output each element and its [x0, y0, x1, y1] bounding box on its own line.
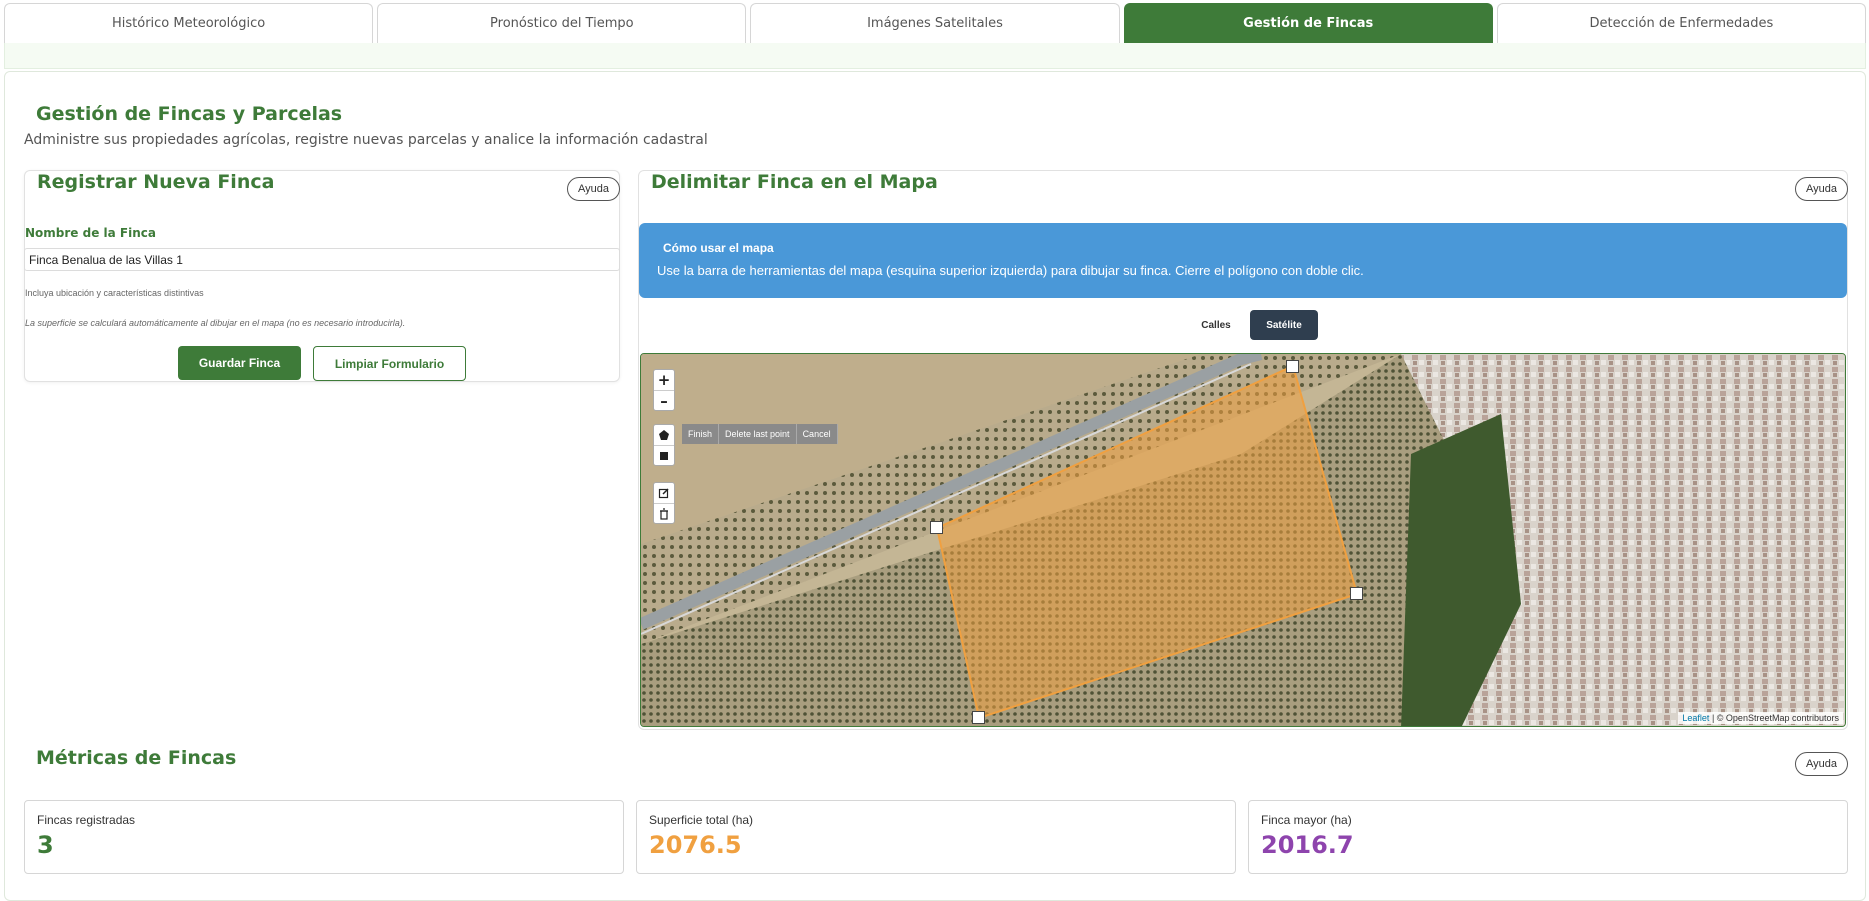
metric-card-surface: Superficie total (ha) 2076.5 — [636, 800, 1236, 874]
draw-rectangle-icon[interactable] — [654, 445, 674, 465]
satellite-imagery — [641, 354, 1845, 726]
save-farm-button[interactable]: Guardar Finca — [178, 346, 301, 380]
metric-label: Finca mayor (ha) — [1261, 813, 1352, 827]
leaflet-link[interactable]: Leaflet — [1682, 713, 1709, 723]
polygon-vertex-handle[interactable] — [1350, 587, 1363, 600]
map-attribution: Leaflet | © OpenStreetMap contributors — [1678, 712, 1843, 724]
surface-note: La superficie se calculará automáticamen… — [25, 318, 406, 328]
tab-gestion-fincas[interactable]: Gestión de Fincas — [1123, 3, 1493, 43]
osm-attribution: © OpenStreetMap contributors — [1716, 713, 1839, 723]
draw-finish-button[interactable]: Finish — [682, 424, 720, 444]
clear-form-button[interactable]: Limpiar Formulario — [313, 346, 466, 381]
info-title: Cómo usar el mapa — [663, 241, 774, 255]
tab-strip — [4, 43, 1866, 69]
draw-polygon-icon[interactable] — [654, 425, 674, 445]
draw-delete-last-button[interactable]: Delete last point — [719, 424, 797, 444]
draw-cancel-button[interactable]: Cancel — [797, 424, 838, 444]
metric-card-farms: Fincas registradas 3 — [24, 800, 624, 874]
register-title: Registrar Nueva Finca — [37, 171, 275, 193]
tab-imagenes[interactable]: Imágenes Satelitales — [750, 3, 1120, 43]
metrics-title: Métricas de Fincas — [36, 747, 237, 769]
edit-toolbar — [653, 482, 675, 524]
page-title: Gestión de Fincas y Parcelas — [36, 103, 343, 125]
metric-card-largest: Finca mayor (ha) 2016.7 — [1248, 800, 1848, 874]
farm-name-input[interactable] — [24, 248, 620, 271]
metric-value: 2076.5 — [649, 831, 742, 859]
farm-name-label: Nombre de la Finca — [25, 226, 156, 240]
map-section-title: Delimitar Finca en el Mapa — [651, 171, 938, 193]
zoom-control: + – — [653, 369, 675, 411]
tab-deteccion[interactable]: Detección de Enfermedades — [1496, 3, 1867, 43]
metric-label: Superficie total (ha) — [649, 813, 754, 827]
farm-name-hint: Incluya ubicación y características dist… — [25, 288, 204, 298]
tab-historico[interactable]: Histórico Meteorológico — [4, 3, 374, 43]
layer-streets-button[interactable]: Calles — [1182, 310, 1250, 340]
polygon-vertex-handle[interactable] — [930, 521, 943, 534]
map-canvas[interactable]: + – Finish Delete last point Cancel Leaf… — [640, 353, 1846, 727]
draw-toolbar — [653, 424, 675, 466]
map-info-box: Cómo usar el mapa Use la barra de herram… — [639, 223, 1847, 298]
metrics-help-button[interactable]: Ayuda — [1795, 752, 1848, 776]
tab-pronostico[interactable]: Pronóstico del Tiempo — [377, 3, 747, 43]
metric-value: 3 — [37, 831, 54, 859]
metric-value: 2016.7 — [1261, 831, 1354, 859]
layer-toggle: Calles Satélite — [1182, 310, 1318, 340]
polygon-vertex-handle[interactable] — [972, 711, 985, 724]
zoom-out-button[interactable]: – — [654, 390, 674, 410]
layer-satellite-button[interactable]: Satélite — [1250, 310, 1318, 340]
page-subtitle: Administre sus propiedades agrícolas, re… — [24, 132, 708, 148]
draw-actions-bar: Finish Delete last point Cancel — [682, 424, 838, 444]
edit-layers-icon[interactable] — [654, 483, 674, 503]
zoom-in-button[interactable]: + — [654, 370, 674, 390]
delete-layers-icon[interactable] — [654, 503, 674, 523]
main-tabs: Histórico Meteorológico Pronóstico del T… — [4, 3, 1867, 43]
map-help-button[interactable]: Ayuda — [1795, 177, 1848, 201]
info-text: Use la barra de herramientas del mapa (e… — [657, 263, 1364, 278]
polygon-vertex-handle[interactable] — [1286, 360, 1299, 373]
register-help-button[interactable]: Ayuda — [567, 177, 620, 201]
metric-label: Fincas registradas — [37, 813, 136, 827]
